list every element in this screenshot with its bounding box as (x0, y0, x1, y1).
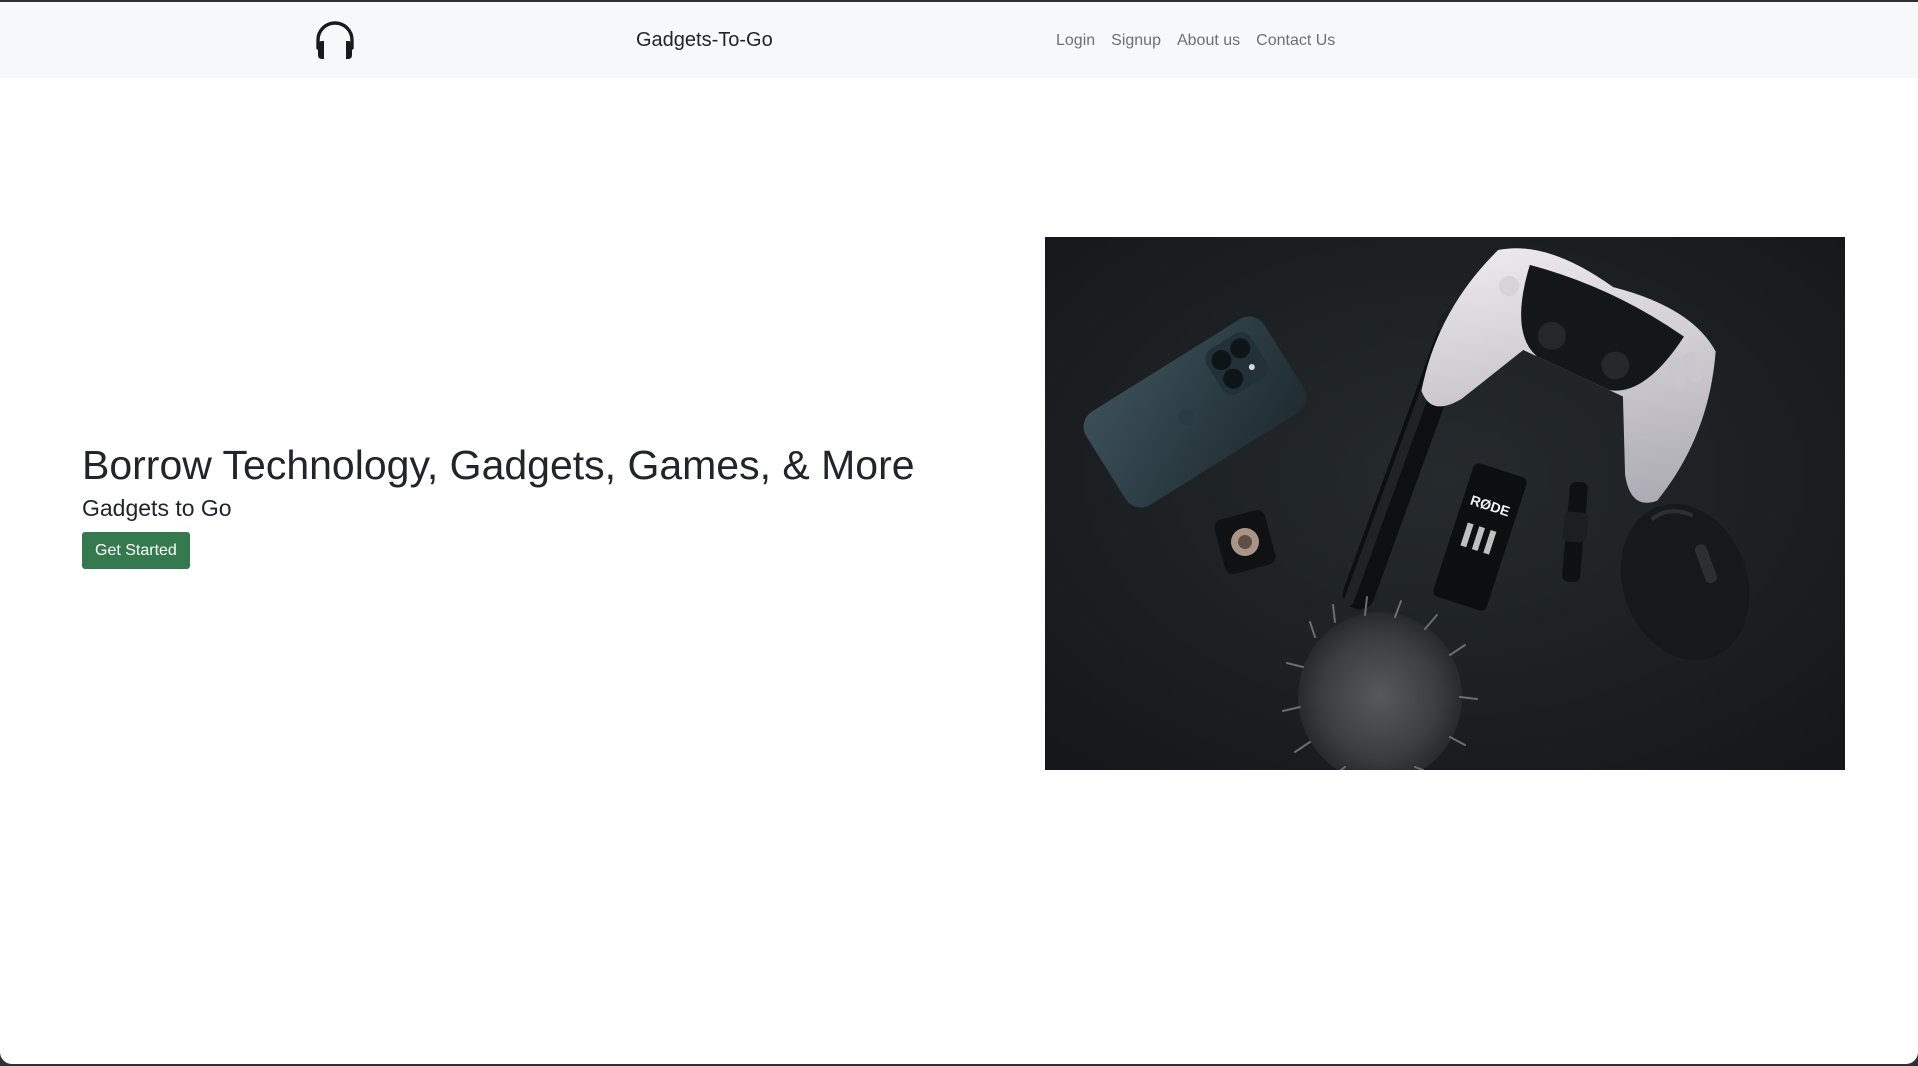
hero-title: Borrow Technology, Gadgets, Games, & Mor… (82, 442, 915, 488)
contact-us-link[interactable]: Contact Us (1256, 32, 1335, 49)
nav-item-contact: Contact Us (1256, 32, 1335, 50)
nav-item-about: About us (1177, 32, 1240, 50)
nav-links: Login Signup About us Contact Us (1056, 32, 1335, 50)
about-us-link[interactable]: About us (1177, 32, 1240, 49)
browser-window: Gadgets-To-Go Login Signup About us Cont… (0, 2, 1918, 1064)
hero-section: Borrow Technology, Gadgets, Games, & Mor… (82, 440, 915, 569)
headphones-icon[interactable] (313, 18, 357, 62)
brand-link[interactable]: Gadgets-To-Go (636, 29, 773, 52)
nav-item-signup: Signup (1111, 32, 1161, 50)
hero-gadgets-image: RØDE (1045, 237, 1845, 770)
nav-item-login: Login (1056, 32, 1095, 50)
get-started-button[interactable]: Get Started (82, 532, 190, 569)
navbar: Gadgets-To-Go Login Signup About us Cont… (0, 2, 1918, 78)
signup-link[interactable]: Signup (1111, 32, 1161, 49)
hero-subtitle: Gadgets to Go (82, 495, 232, 521)
login-link[interactable]: Login (1056, 32, 1095, 49)
